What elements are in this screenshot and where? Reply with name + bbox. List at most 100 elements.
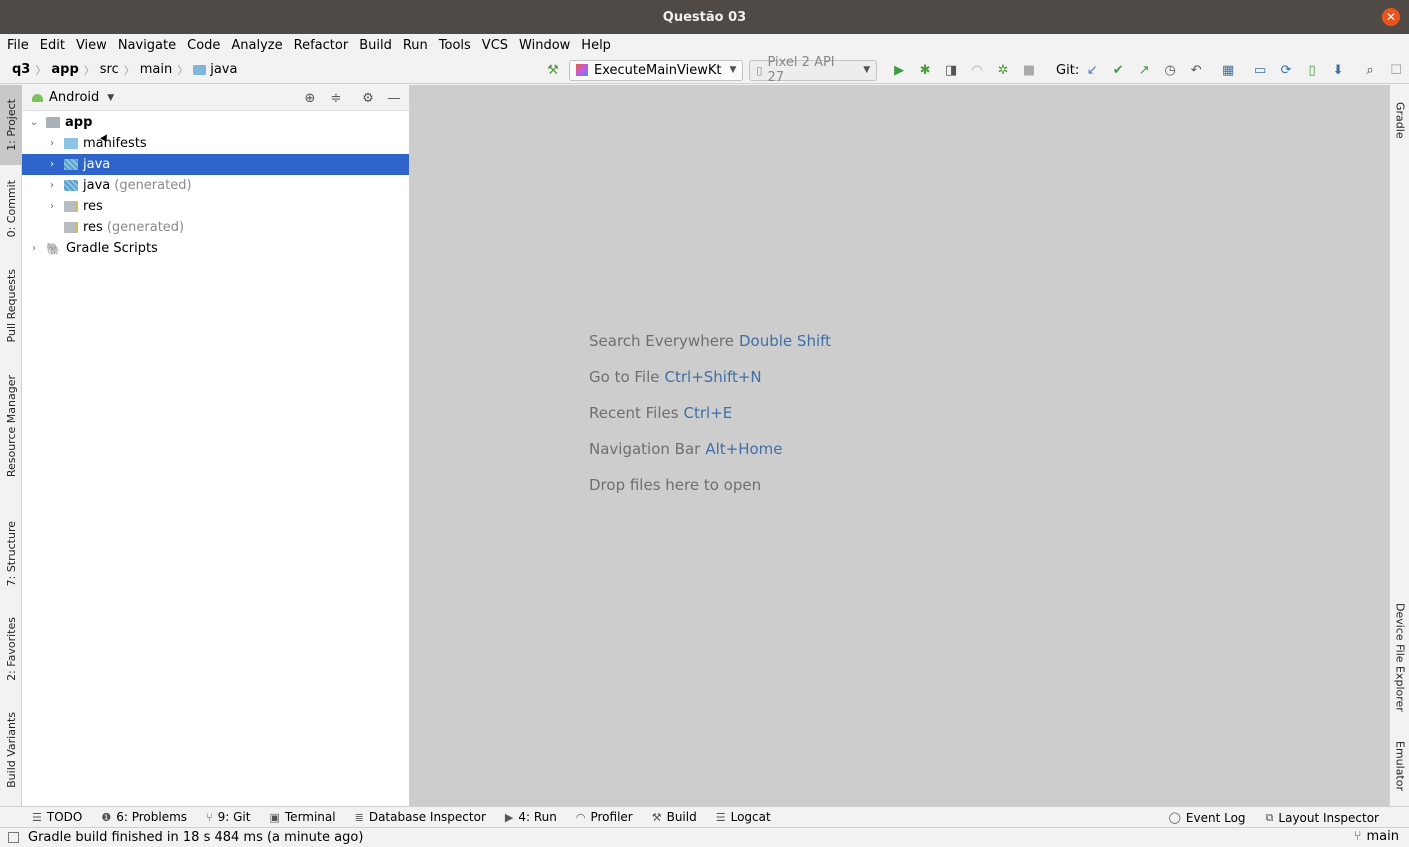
chevron-right-icon[interactable]: › bbox=[46, 180, 58, 191]
tab-todo[interactable]: ☰ TODO bbox=[32, 810, 82, 824]
menu-tools[interactable]: Tools bbox=[439, 38, 471, 53]
tab-favorites-label: 2: Favorites bbox=[4, 617, 18, 681]
menu-analyze[interactable]: Analyze bbox=[231, 38, 282, 53]
project-view-mode[interactable]: Android bbox=[49, 90, 99, 105]
tab-logcat[interactable]: ☰ Logcat bbox=[716, 810, 771, 824]
menu-refactor[interactable]: Refactor bbox=[294, 38, 349, 53]
user-icon[interactable]: ☐ bbox=[1387, 61, 1405, 79]
coverage-icon[interactable]: ◨ bbox=[942, 61, 960, 79]
chevron-right-icon: 〉 bbox=[83, 63, 95, 77]
toggle-tool-windows-icon[interactable] bbox=[8, 832, 19, 843]
tab-commit[interactable]: 0: Commit bbox=[0, 173, 22, 245]
tree-item-java[interactable]: › java bbox=[22, 154, 409, 175]
chevron-right-icon: 〉 bbox=[35, 63, 47, 77]
hammer-icon: ⚒ bbox=[651, 810, 662, 824]
hint-navigation-bar: Navigation Bar Alt+Home bbox=[589, 431, 831, 467]
breadcrumb-main[interactable]: main bbox=[140, 62, 172, 77]
menu-build[interactable]: Build bbox=[359, 38, 392, 53]
gradle-sync-icon[interactable]: ⟳ bbox=[1277, 61, 1295, 79]
menu-file[interactable]: File bbox=[7, 38, 29, 53]
menu-view[interactable]: View bbox=[76, 38, 107, 53]
tab-project[interactable]: 1: Project bbox=[0, 85, 22, 165]
locate-icon[interactable]: ⊕ bbox=[301, 89, 319, 107]
tab-logcat-label: Logcat bbox=[730, 810, 771, 824]
chevron-right-icon[interactable]: › bbox=[28, 243, 40, 254]
navigation-bar: q3 〉 app 〉 src 〉 main 〉 java ⚒ ExecuteMa… bbox=[0, 55, 1409, 85]
chevron-down-icon[interactable]: ⌄ bbox=[28, 117, 40, 128]
breadcrumb-q3[interactable]: q3 bbox=[12, 62, 30, 77]
menu-vcs[interactable]: VCS bbox=[482, 38, 508, 53]
tab-emulator[interactable]: Emulator bbox=[1390, 733, 1409, 799]
tree-item-java-generated[interactable]: › java (generated) bbox=[22, 175, 409, 196]
tab-resource-manager[interactable]: Resource Manager bbox=[0, 368, 22, 484]
hint-text: Navigation Bar bbox=[589, 440, 701, 458]
tab-build-variants[interactable]: Build Variants bbox=[0, 705, 22, 795]
tab-structure[interactable]: 7: Structure bbox=[0, 515, 22, 593]
tab-run-label: 4: Run bbox=[518, 810, 557, 824]
menu-navigate[interactable]: Navigate bbox=[118, 38, 176, 53]
tab-problems[interactable]: ❶ 6: Problems bbox=[101, 810, 187, 824]
breadcrumb-java[interactable]: java bbox=[193, 62, 237, 77]
tab-gradle[interactable]: Gradle bbox=[1390, 91, 1409, 149]
hammer-icon[interactable]: ⚒ bbox=[544, 61, 562, 79]
menu-help[interactable]: Help bbox=[581, 38, 611, 53]
tab-git[interactable]: ⑂ 9: Git bbox=[206, 810, 250, 824]
menu-window[interactable]: Window bbox=[519, 38, 570, 53]
sdk-manager-icon[interactable]: ⬇ bbox=[1329, 61, 1347, 79]
tree-item-label: app bbox=[65, 115, 93, 130]
tab-layout-inspector[interactable]: ⧉ Layout Inspector bbox=[1266, 811, 1379, 825]
tab-event-log[interactable]: ◯ Event Log bbox=[1169, 811, 1246, 825]
git-branch-widget[interactable]: ⑂ main bbox=[1354, 829, 1399, 844]
close-icon[interactable]: ✕ bbox=[1382, 8, 1400, 26]
stop-icon[interactable]: ■ bbox=[1020, 61, 1038, 79]
menu-run[interactable]: Run bbox=[403, 38, 428, 53]
avd-manager-icon[interactable]: ▯ bbox=[1303, 61, 1321, 79]
history-icon[interactable]: ◷ bbox=[1161, 61, 1179, 79]
tab-database-inspector[interactable]: ≣ Database Inspector bbox=[355, 810, 486, 824]
tab-git-label: 9: Git bbox=[217, 810, 251, 824]
rollback-icon[interactable]: ↶ bbox=[1187, 61, 1205, 79]
tab-run[interactable]: ▶ 4: Run bbox=[505, 810, 557, 824]
tab-emulator-label: Emulator bbox=[1393, 741, 1407, 791]
tab-favorites[interactable]: 2: Favorites bbox=[0, 610, 22, 688]
minimize-icon[interactable]: — bbox=[385, 89, 403, 107]
search-icon[interactable]: ⌕ bbox=[1361, 61, 1379, 79]
tab-pull-requests[interactable]: Pull Requests bbox=[0, 260, 22, 352]
chevron-right-icon[interactable]: › bbox=[46, 159, 58, 170]
menu-code[interactable]: Code bbox=[187, 38, 220, 53]
editor-area[interactable]: Search Everywhere Double Shift Go to Fil… bbox=[410, 85, 1389, 806]
tab-build[interactable]: ⚒ Build bbox=[652, 810, 697, 824]
run-config-select[interactable]: ExecuteMainViewKt ▼ bbox=[568, 59, 744, 81]
chevron-down-icon[interactable]: ▼ bbox=[107, 93, 114, 103]
tree-item-label: res bbox=[83, 199, 103, 214]
chevron-right-icon[interactable]: › bbox=[46, 201, 58, 212]
tree-item-res[interactable]: › res bbox=[22, 196, 409, 217]
tab-device-file-explorer[interactable]: Device File Explorer bbox=[1390, 599, 1409, 715]
project-structure-icon[interactable]: ▦ bbox=[1219, 61, 1237, 79]
tab-terminal[interactable]: ▣ Terminal bbox=[269, 810, 335, 824]
tree-item-manifests[interactable]: › manifests bbox=[22, 133, 409, 154]
gear-icon[interactable]: ⚙ bbox=[359, 89, 377, 107]
debug-icon[interactable]: ✱ bbox=[916, 61, 934, 79]
collapse-all-icon[interactable]: ≑ bbox=[327, 89, 345, 107]
profile-icon[interactable]: ◠ bbox=[968, 61, 986, 79]
breadcrumb-app[interactable]: app bbox=[51, 62, 78, 77]
project-panel-header: Android ▼ ⊕ ≑ ⚙ — bbox=[22, 85, 409, 111]
terminal-icon: ▣ bbox=[269, 810, 280, 824]
tree-item-gradle-scripts[interactable]: › 🐘 Gradle Scripts bbox=[22, 238, 409, 259]
git-push-icon[interactable]: ↗ bbox=[1135, 61, 1153, 79]
tab-problems-label: 6: Problems bbox=[116, 810, 188, 824]
attach-debugger-icon[interactable]: ✲ bbox=[994, 61, 1012, 79]
breadcrumb-src[interactable]: src bbox=[100, 62, 119, 77]
menu-edit[interactable]: Edit bbox=[40, 38, 65, 53]
git-commit-icon[interactable]: ✔ bbox=[1109, 61, 1127, 79]
git-update-icon[interactable]: ↙ bbox=[1083, 61, 1101, 79]
chevron-right-icon[interactable]: › bbox=[46, 138, 58, 149]
run-icon[interactable]: ▶ bbox=[890, 61, 908, 79]
tab-profiler[interactable]: ◠ Profiler bbox=[576, 810, 633, 824]
status-message[interactable]: Gradle build finished in 18 s 484 ms (a … bbox=[28, 830, 363, 845]
tree-item-res-generated[interactable]: res (generated) bbox=[22, 217, 409, 238]
terminal-window-icon[interactable]: ▭ bbox=[1251, 61, 1269, 79]
device-select[interactable]: ▯ Pixel 2 API 27 ▼ bbox=[749, 55, 878, 85]
tree-item-app[interactable]: ⌄ app bbox=[22, 112, 409, 133]
